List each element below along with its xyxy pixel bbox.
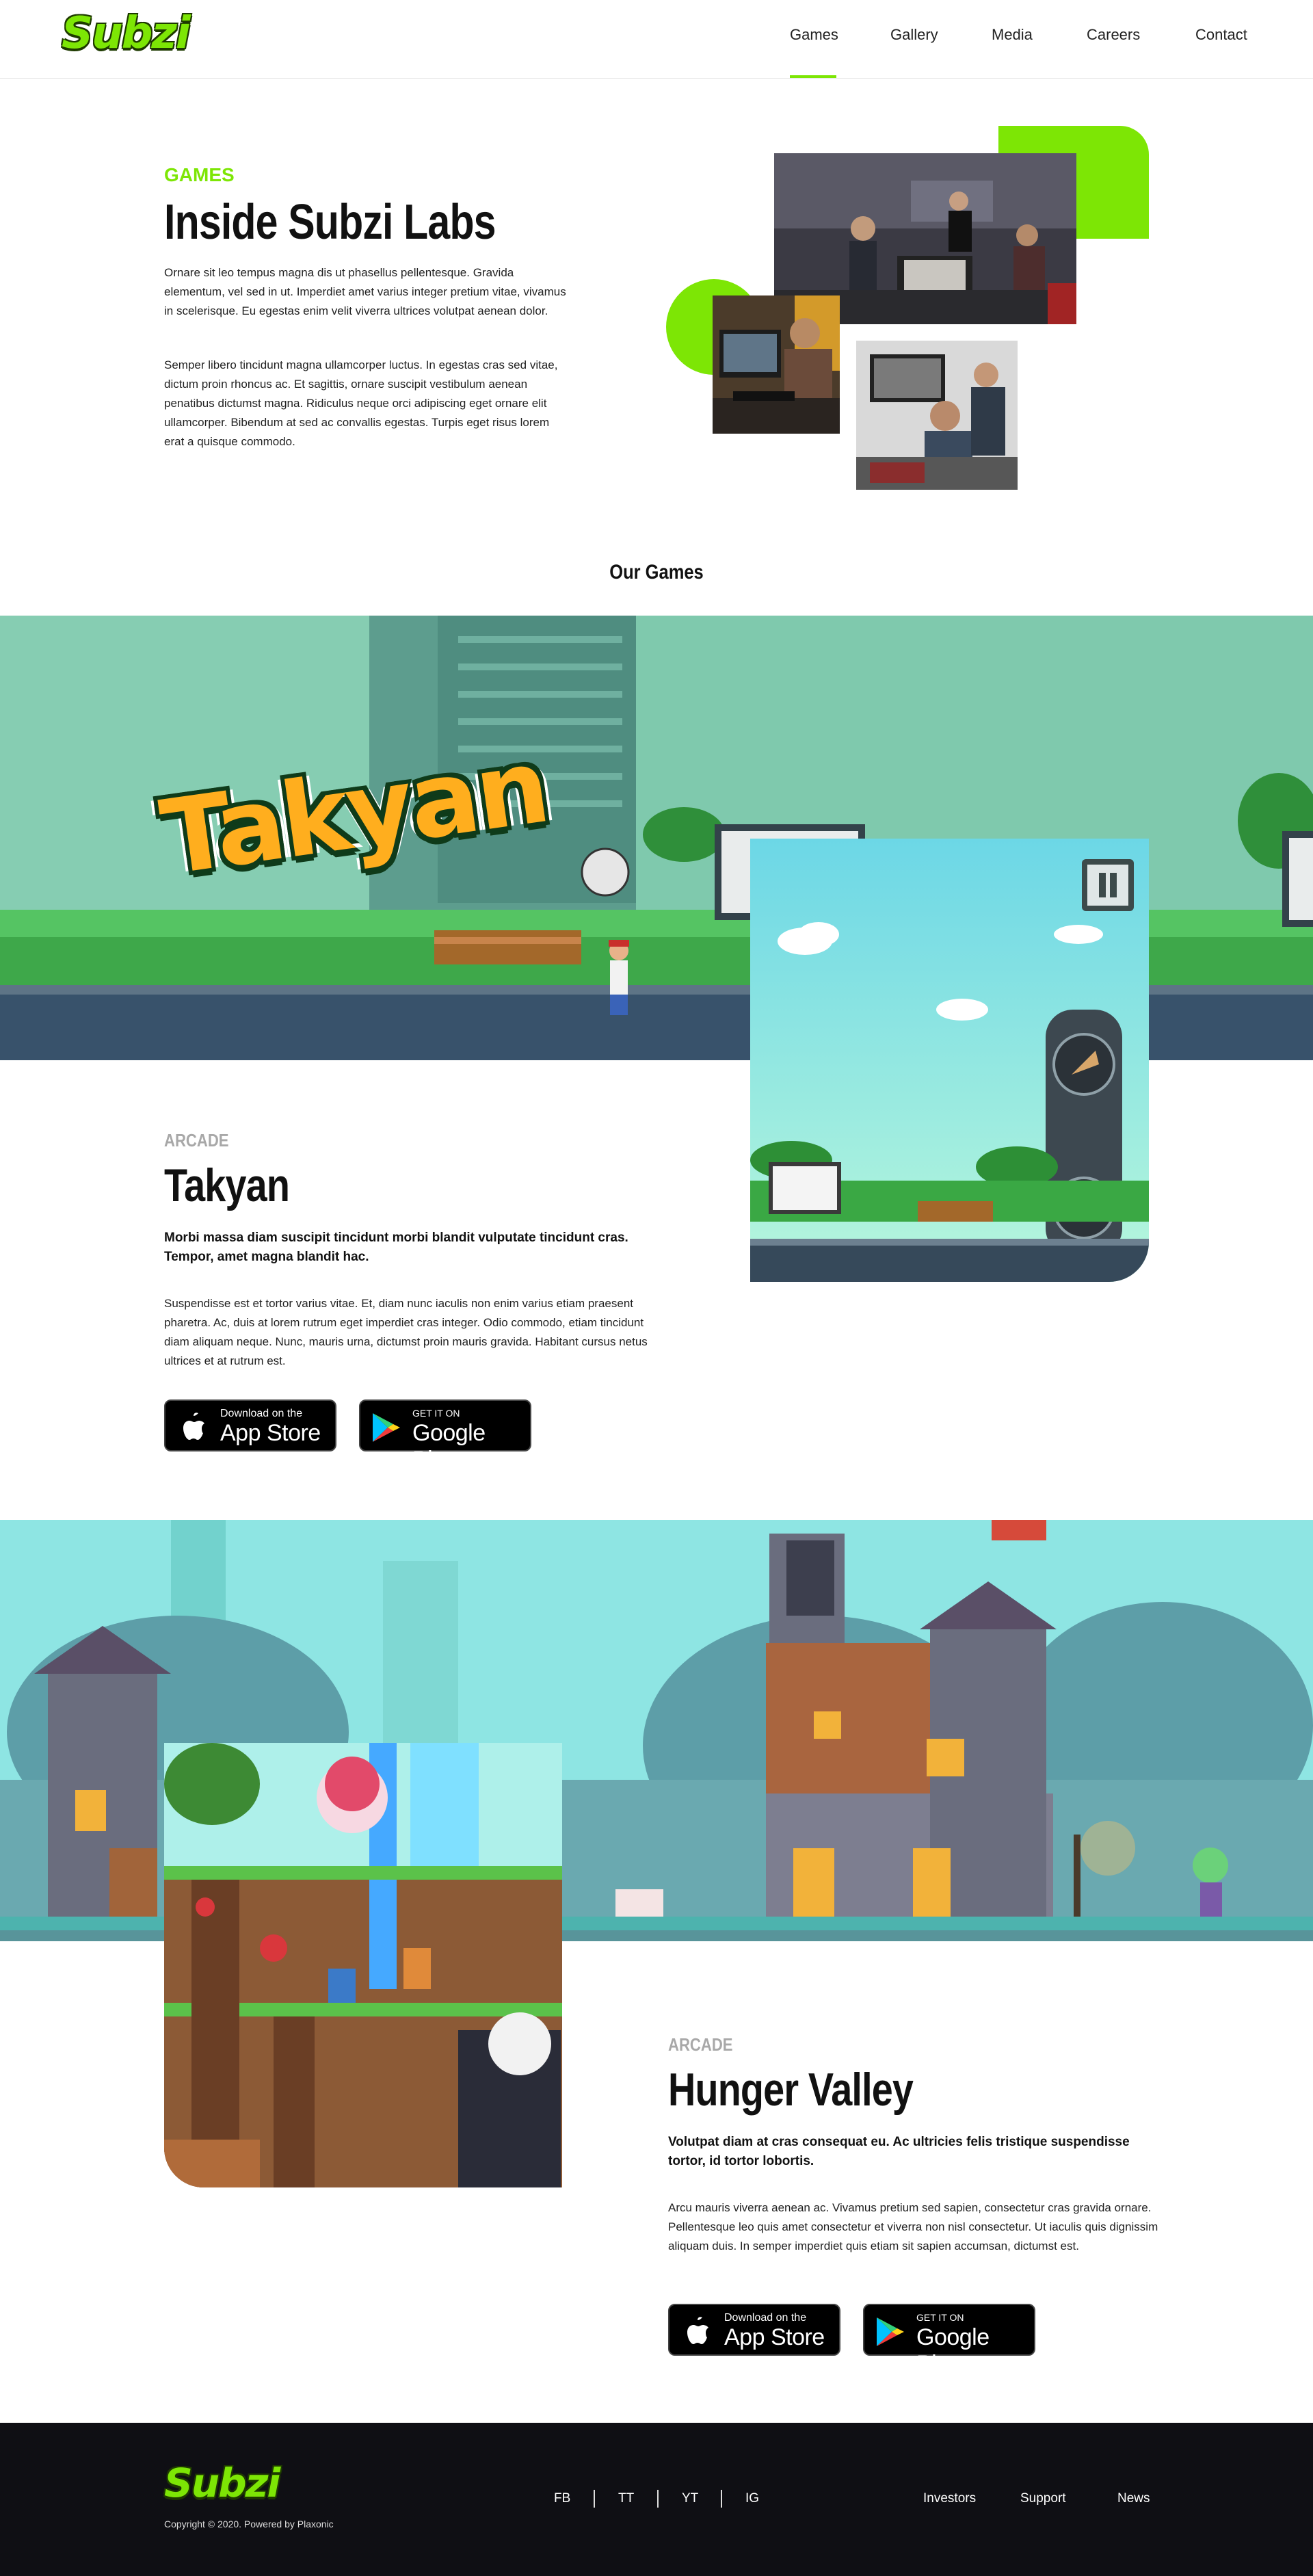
hunger-valley-body: Arcu mauris viverra aenean ac. Vivamus p…	[668, 2201, 1158, 2252]
google-play-icon	[373, 1413, 400, 1442]
site-header: Subzi Games Gallery Media Careers Contac…	[0, 0, 1313, 79]
apple-icon	[687, 2317, 708, 2344]
google-play-big-label: Google Play	[412, 1420, 486, 1473]
hunger-valley-google-play-button[interactable]: GET IT ON Google Play	[863, 2304, 1035, 2377]
social-link-ig[interactable]: IG	[745, 2491, 759, 2506]
nav-active-indicator	[790, 75, 836, 78]
logo[interactable]: Subzi	[62, 10, 191, 57]
takyan-body: Suspendisse est et tortor varius vitae. …	[164, 1297, 648, 1367]
takyan-app-store-button[interactable]: Download on the App Store	[164, 1399, 336, 1451]
nav-careers[interactable]: Careers	[1087, 26, 1140, 44]
footer-link-investors[interactable]: Investors	[923, 2491, 976, 2506]
app-store-big-label: App Store	[724, 2324, 825, 2350]
apple-icon	[183, 1412, 204, 1440]
social-separator	[594, 2490, 595, 2508]
hunger-valley-lead: Volutpat diam at cras consequat eu. Ac u…	[668, 2135, 1130, 2168]
social-separator	[657, 2490, 659, 2508]
social-separator	[721, 2490, 722, 2508]
social-link-tt[interactable]: TT	[618, 2491, 634, 2506]
app-store-big-label: App Store	[220, 1420, 321, 1446]
takyan-gameplay-screenshot	[750, 839, 1149, 1282]
hunger-valley-title: Hunger Valley	[668, 2064, 914, 2116]
social-link-fb[interactable]: FB	[554, 2491, 570, 2506]
office-photo-developer	[713, 295, 840, 434]
takyan-google-play-button[interactable]: GET IT ON Google Play	[359, 1399, 531, 1473]
nav-contact[interactable]: Contact	[1195, 26, 1247, 44]
social-link-yt[interactable]: YT	[682, 2491, 698, 2506]
our-games-heading: Our Games	[609, 561, 704, 583]
about-title: Inside Subzi Labs	[164, 195, 496, 250]
office-photo-review	[856, 341, 1018, 490]
office-photo-review-image	[856, 341, 1018, 490]
office-photo-developer-image	[713, 295, 840, 434]
takyan-category: ARCADE	[164, 1130, 229, 1151]
google-play-small-label: GET IT ON	[412, 1408, 460, 1419]
takyan-title: Takyan	[164, 1159, 290, 1211]
hunger-valley-gameplay-screenshot	[164, 1743, 562, 2187]
takyan-lead: Morbi massa diam suscipit tincidunt morb…	[164, 1231, 628, 1264]
about-kicker: GAMES	[164, 164, 235, 185]
hunger-valley-app-store-button[interactable]: Download on the App Store	[668, 2304, 840, 2356]
footer-link-support[interactable]: Support	[1020, 2491, 1066, 2506]
footer-link-news[interactable]: News	[1117, 2491, 1150, 2506]
site-footer: Subzi Copyright © 2020. Powered by Plaxo…	[0, 2423, 1313, 2576]
nav-gallery[interactable]: Gallery	[890, 26, 938, 44]
about-paragraph-1: Ornare sit leo tempus magna dis ut phase…	[164, 266, 566, 317]
google-play-small-label: GET IT ON	[916, 2312, 964, 2323]
footer-copyright: Copyright © 2020. Powered by Plaxonic	[164, 2519, 334, 2529]
hunger-valley-category: ARCADE	[668, 2034, 733, 2055]
footer-logo[interactable]: Subzi	[164, 2461, 280, 2505]
takyan-gameplay-art	[750, 839, 1149, 1282]
about-paragraph-2: Semper libero tincidunt magna ullamcorpe…	[164, 358, 558, 448]
hunger-valley-gameplay-art	[164, 1743, 562, 2187]
google-play-icon	[877, 2317, 904, 2346]
nav-media[interactable]: Media	[992, 26, 1033, 44]
google-play-big-label: Google Play	[916, 2324, 990, 2377]
app-store-small-label: Download on the	[220, 1408, 303, 1419]
nav-games[interactable]: Games	[790, 26, 838, 44]
app-store-small-label: Download on the	[724, 2312, 807, 2324]
